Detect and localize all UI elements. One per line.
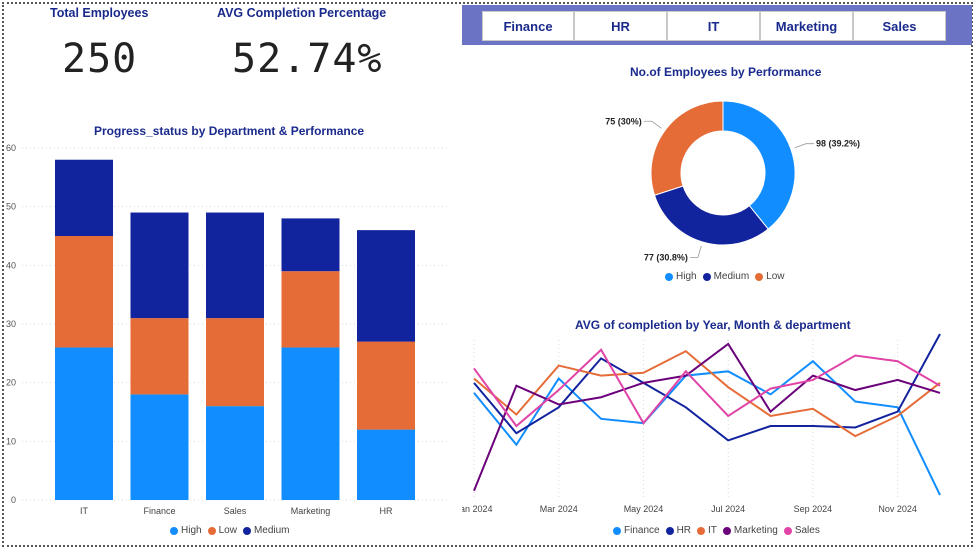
legend-label-low: Low — [766, 271, 785, 282]
donut-chart-title: No.of Employees by Performance — [630, 65, 822, 79]
avg-completion-label: AVG Completion Percentage — [217, 6, 387, 20]
legend-marker-high — [665, 272, 673, 281]
bar-chart-legend: High Low Medium — [170, 525, 290, 536]
donut-chart: 98 (39.2%) 77 (30.8%) 75 (30%) — [605, 100, 860, 262]
legend-label-high: High — [676, 271, 697, 282]
line-series-sales — [473, 348, 941, 428]
y-tick-label: 10 — [6, 436, 16, 446]
slicer-button-marketing[interactable]: Marketing — [760, 11, 853, 41]
department-slicer: Finance HR IT Marketing Sales — [462, 5, 972, 45]
legend-item-finance[interactable]: Finance — [613, 525, 660, 536]
line-chart-legend: Finance HR IT Marketing Sales — [613, 525, 820, 536]
legend-label-it: IT — [708, 525, 717, 536]
bar-marketing-low — [281, 271, 340, 348]
slicer-button-sales[interactable]: Sales — [853, 11, 946, 41]
legend-item-high[interactable]: High — [665, 271, 697, 282]
x-tick-label: Jul 2024 — [711, 504, 745, 514]
donut-slice-low — [650, 100, 724, 196]
bar-finance-low — [130, 318, 189, 395]
donut-chart-legend: High Medium Low — [665, 271, 785, 282]
bar-chart-title: Progress_status by Department & Performa… — [94, 124, 365, 138]
bar-it-low — [55, 236, 113, 348]
legend-marker-it — [697, 526, 706, 535]
bar-finance-high — [130, 394, 189, 500]
slicer-button-it[interactable]: IT — [667, 11, 760, 41]
donut-leader-line — [689, 245, 702, 258]
legend-marker-medium — [242, 526, 251, 535]
legend-item-medium[interactable]: Medium — [242, 525, 290, 536]
legend-item-hr[interactable]: HR — [665, 525, 692, 536]
y-tick-label: 50 — [6, 202, 16, 212]
legend-item-sales[interactable]: Sales — [783, 525, 820, 536]
total-employees-value: 250 — [62, 36, 138, 82]
x-tick-label: Mar 2024 — [540, 504, 578, 514]
line-chart: Jan 2024 Mar 2024 May 2024 Jul 2024 Sep 2024… — [462, 333, 941, 514]
donut-data-label-medium: 77 (30.8%) — [644, 252, 688, 262]
x-tick-label: Jan 2024 — [462, 504, 493, 514]
x-tick-label: IT — [80, 506, 89, 516]
bar-hr-low — [357, 341, 415, 430]
bar-marketing-high — [281, 347, 340, 500]
donut-slice-high — [722, 100, 796, 230]
bar-chart: 0 10 20 30 40 50 60 IT Finance Sales Marketing HR — [6, 143, 450, 516]
legend-marker-low — [207, 526, 216, 535]
slicer-button-finance[interactable]: Finance — [482, 11, 574, 41]
legend-marker-high — [170, 526, 178, 535]
bar-sales-low — [206, 318, 264, 407]
legend-item-marketing[interactable]: Marketing — [722, 525, 778, 536]
legend-marker-hr — [665, 526, 674, 535]
donut-leader-line — [643, 120, 662, 129]
x-tick-label: Nov 2024 — [878, 504, 917, 514]
legend-item-low[interactable]: Low — [755, 271, 785, 282]
bar-sales-high — [206, 406, 264, 500]
legend-item-it[interactable]: IT — [697, 525, 717, 536]
legend-label-hr: HR — [676, 525, 692, 536]
bar-it-medium — [55, 159, 113, 236]
donut-leader-line — [794, 143, 814, 149]
avg-completion-value: 52.74% — [232, 36, 383, 82]
legend-item-medium[interactable]: Medium — [702, 271, 750, 282]
x-tick-label: Marketing — [291, 506, 331, 516]
y-tick-label: 60 — [6, 143, 16, 153]
y-tick-label: 0 — [11, 495, 16, 505]
x-tick-label: May 2024 — [624, 504, 664, 514]
legend-label-marketing: Marketing — [733, 525, 778, 536]
bar-hr-medium — [357, 230, 415, 342]
slicer-button-hr[interactable]: HR — [574, 11, 667, 41]
legend-marker-sales — [783, 526, 792, 535]
bar-marketing-medium — [281, 218, 340, 272]
legend-marker-medium — [702, 272, 711, 281]
total-employees-label: Total Employees — [50, 6, 149, 20]
y-tick-label: 30 — [6, 319, 16, 329]
legend-label-low: Low — [218, 525, 237, 536]
legend-marker-finance — [613, 526, 621, 535]
x-tick-label: HR — [380, 506, 393, 516]
legend-label-medium: Medium — [713, 271, 750, 282]
donut-data-label-high: 98 (39.2%) — [816, 139, 860, 149]
donut-slice-medium — [653, 185, 769, 246]
y-tick-label: 40 — [6, 260, 16, 270]
bar-sales-medium — [206, 212, 264, 319]
line-chart-title: AVG of completion by Year, Month & depar… — [575, 318, 851, 332]
bar-hr-high — [357, 429, 415, 500]
donut-data-label-low: 75 (30%) — [605, 116, 642, 126]
y-tick-label: 20 — [6, 378, 16, 388]
x-tick-label: Finance — [143, 506, 175, 516]
legend-label-finance: Finance — [624, 525, 660, 536]
legend-marker-marketing — [722, 526, 731, 535]
legend-label-medium: Medium — [253, 525, 290, 536]
legend-item-low[interactable]: Low — [207, 525, 237, 536]
legend-item-high[interactable]: High — [170, 525, 202, 536]
legend-label-high: High — [181, 525, 202, 536]
bar-finance-medium — [130, 212, 189, 319]
legend-marker-low — [755, 272, 764, 281]
legend-label-sales: Sales — [794, 525, 820, 536]
x-tick-label: Sales — [224, 506, 247, 516]
bar-it-high — [55, 347, 113, 500]
x-tick-label: Sep 2024 — [794, 504, 833, 514]
